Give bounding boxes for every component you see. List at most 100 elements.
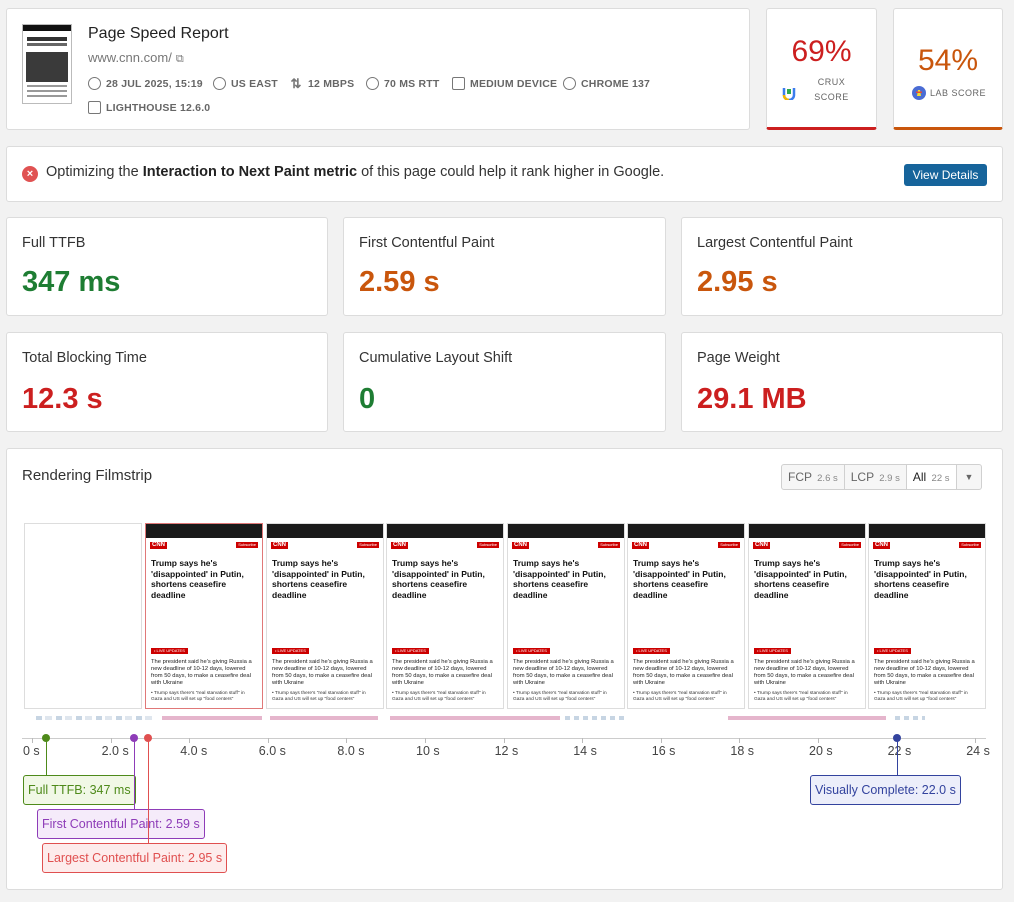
meta-rtt-text: 70 MS RTT (384, 77, 440, 90)
frame-headline: Trump says he's 'disappointed' in Putin,… (633, 558, 726, 600)
meta-region-text: US EAST (231, 77, 278, 90)
lighthouse-logo-icon (912, 86, 926, 100)
filmstrip-frame[interactable]: CNN Subscribe Trump says he's 'disappointe… (145, 523, 263, 709)
metric-label: Total Blocking Time (22, 350, 147, 366)
metric-value: 0 (359, 383, 376, 415)
url-text[interactable]: www.cnn.com/ (88, 50, 172, 65)
range-all-button[interactable]: All 22 s (906, 465, 957, 489)
cnn-logo: CNN (873, 541, 890, 549)
axis-tick (503, 738, 505, 743)
meta-date-text: 28 JUL 2025, 15:19 (106, 77, 203, 90)
alert-message: Optimizing the Interaction to Next Paint… (46, 164, 664, 180)
meta-lighthouse-text: LIGHTHOUSE 12.6.0 (106, 101, 211, 114)
request-strip (162, 716, 262, 720)
gauge-icon (366, 77, 379, 90)
marker-dot-fcp (130, 734, 138, 742)
filmstrip-title: Rendering Filmstrip (22, 467, 153, 484)
frame-live-badge: • LIVE UPDATES (513, 648, 550, 654)
frame-bullet: • Trump says there's "real starvation st… (272, 691, 366, 702)
axis-tick-label: 6.0 s (258, 744, 286, 758)
axis-tick (346, 738, 348, 743)
meta-device: MEDIUM DEVICE (452, 77, 557, 90)
axis-tick-label: 16 s (651, 744, 676, 758)
axis-tick-label: 2.0 s (101, 744, 129, 758)
cnn-logo: CNN (271, 541, 288, 549)
frame-live-badge: • LIVE UPDATES (874, 648, 911, 654)
frame-bullet: • Trump says there's "real starvation st… (392, 691, 486, 702)
crux-score-label-2: SCORE (814, 92, 849, 102)
frame-live-badge: • LIVE UPDATES (392, 648, 429, 654)
lab-score-card[interactable]: 54% LAB SCORE (893, 8, 1003, 130)
external-link-icon[interactable]: ⧉ (176, 53, 184, 65)
cnn-logo: CNN (512, 541, 529, 549)
meta-browser: CHROME 137 (563, 77, 650, 90)
crux-score-card[interactable]: 69% CRUX SCORE (766, 8, 877, 130)
filmstrip-frame[interactable]: CNN Subscribe Trump says he's 'disappointe… (627, 523, 745, 709)
frame-subscribe: Subscribe (839, 542, 861, 548)
axis-tick (425, 738, 426, 743)
metric-value: 347 ms (22, 266, 121, 298)
request-strip (895, 716, 925, 720)
cnn-logo: CNN (753, 541, 770, 549)
marker-dot-lcp (144, 734, 152, 742)
metric-card-tbt[interactable]: Total Blocking Time 12.3 s (6, 332, 328, 432)
bandwidth-icon: ⇅ (290, 76, 302, 91)
view-details-button[interactable]: View Details (904, 164, 987, 186)
metric-card-fcp[interactable]: First Contentful Paint 2.59 s (343, 217, 666, 316)
axis-tick-label: 4.0 s (180, 744, 208, 758)
frame-nav: CNN Subscribe (146, 540, 262, 550)
metric-value: 29.1 MB (697, 383, 807, 415)
metric-value: 12.3 s (22, 383, 103, 415)
metric-card-cls[interactable]: Cumulative Layout Shift 0 (343, 332, 666, 432)
metric-card-page-weight[interactable]: Page Weight 29.1 MB (681, 332, 1003, 432)
frame-bullet: • Trump says there's "real starvation st… (513, 691, 607, 702)
frame-headline: Trump says he's 'disappointed' in Putin,… (151, 558, 244, 600)
axis-tick (975, 738, 977, 743)
frame-headline: Trump says he's 'disappointed' in Putin,… (272, 558, 365, 600)
axis-tick (739, 738, 741, 743)
metric-label: First Contentful Paint (359, 235, 495, 251)
meta-region: US EAST (213, 77, 278, 90)
axis-tick-label: 14 s (573, 744, 597, 758)
range-fcp-label: FCP (788, 470, 812, 484)
device-icon (452, 77, 465, 90)
frame-topbar (387, 524, 503, 538)
metric-label: Page Weight (697, 350, 780, 366)
frame-headline: Trump says he's 'disappointed' in Putin,… (754, 558, 847, 600)
range-all-time: 22 s (931, 473, 950, 484)
range-lcp-time: 2.9 s (879, 473, 900, 484)
frame-topbar (628, 524, 744, 538)
marker-label-fcp: First Contentful Paint: 2.59 s (37, 809, 205, 839)
metric-value: 2.59 s (359, 266, 440, 298)
filmstrip-frame[interactable]: CNN Subscribe Trump says he's 'disappointe… (868, 523, 986, 709)
filmstrip-frame[interactable]: CNN Subscribe Trump says he's 'disappointe… (266, 523, 384, 709)
metric-card-lcp[interactable]: Largest Contentful Paint 2.95 s (681, 217, 1003, 316)
frame-body: The president said he's giving Russia a … (754, 659, 855, 686)
marker-label-vc: Visually Complete: 22.0 s (810, 775, 961, 805)
marker-dot-ttfb (42, 734, 50, 742)
alert-metric: Interaction to Next Paint metric (142, 164, 358, 180)
metric-label: Cumulative Layout Shift (359, 350, 513, 366)
metric-card-ttfb[interactable]: Full TTFB 347 ms (6, 217, 328, 316)
filmstrip-frame[interactable]: CNN Subscribe Trump says he's 'disappointe… (386, 523, 504, 709)
filmstrip-frame[interactable]: CNN Subscribe Trump says he's 'disappointe… (507, 523, 625, 709)
report-url[interactable]: www.cnn.com/ ⧉ (88, 50, 184, 66)
alert-suffix: of this page could help it rank higher i… (357, 164, 665, 180)
frame-body: The president said he's giving Russia a … (633, 659, 734, 686)
request-strip (565, 716, 625, 720)
filmstrip-frame[interactable]: CNN Subscribe Trump says he's 'disappointe… (748, 523, 866, 709)
page-screenshot-thumbnail (22, 24, 72, 104)
range-fcp-button[interactable]: FCP 2.6 s (782, 465, 845, 489)
frame-subscribe: Subscribe (959, 542, 981, 548)
frame-topbar (508, 524, 624, 538)
meta-lighthouse: LIGHTHOUSE 12.6.0 (88, 101, 210, 114)
axis-tick-label: 18 s (730, 744, 755, 758)
chevron-down-icon[interactable]: ▼ (957, 465, 982, 489)
error-icon: × (22, 166, 38, 182)
frame-body: The president said he's giving Russia a … (874, 659, 975, 686)
frame-body: The president said he's giving Russia a … (513, 659, 614, 686)
range-lcp-button[interactable]: LCP 2.9 s (845, 465, 907, 489)
filmstrip-frame-blank[interactable] (24, 523, 142, 709)
metric-label: Full TTFB (22, 235, 86, 251)
frame-topbar (749, 524, 865, 538)
